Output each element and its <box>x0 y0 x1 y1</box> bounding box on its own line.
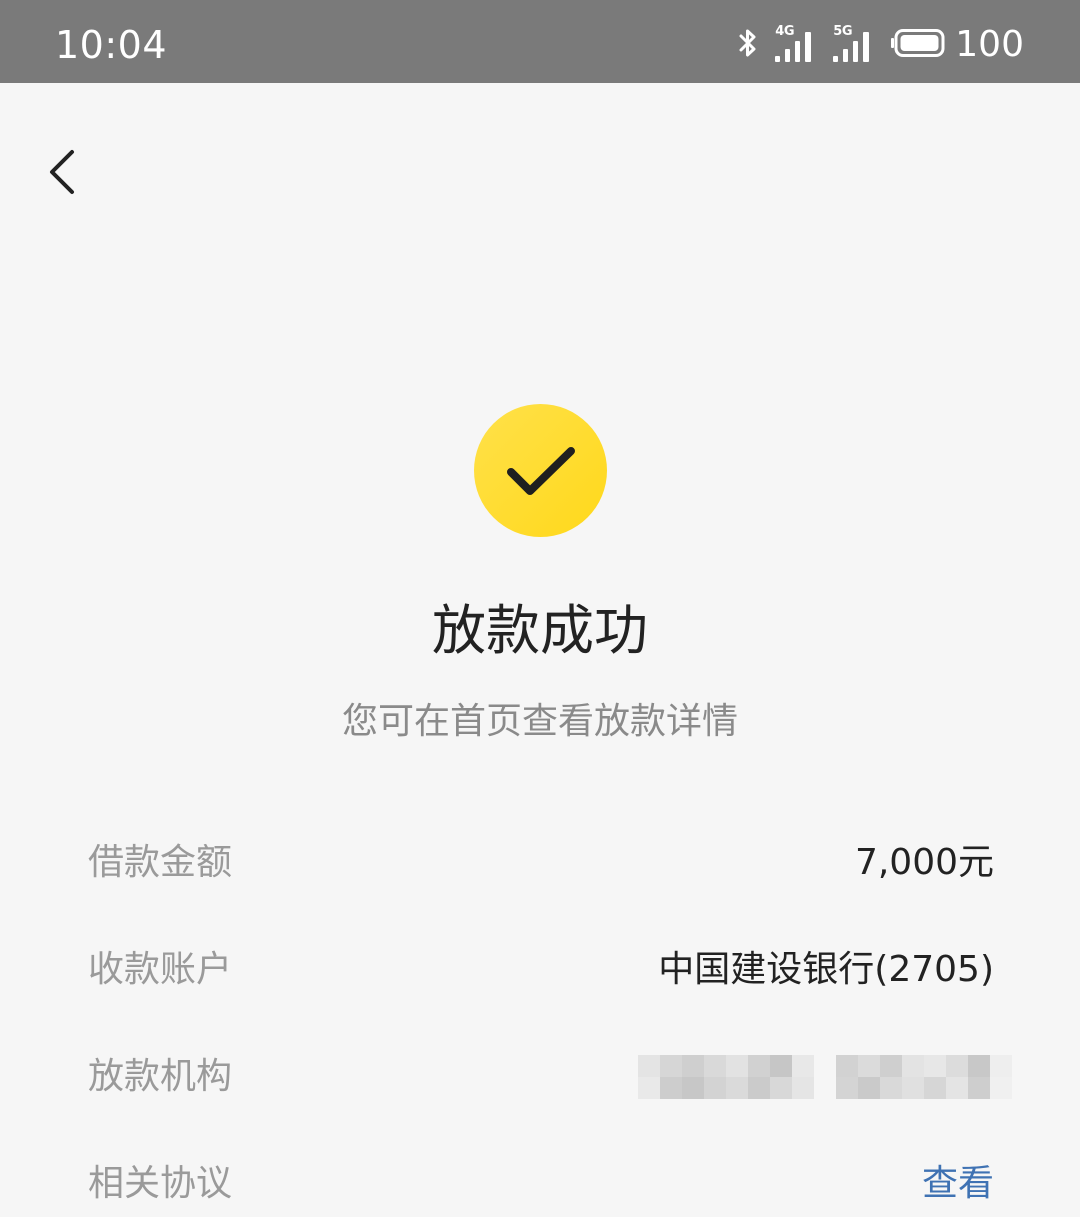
detail-row-lending-institution: 放款机构 <box>88 1047 1012 1107</box>
result-title: 放款成功 <box>432 599 648 662</box>
battery-icon <box>891 29 945 61</box>
back-button[interactable] <box>36 140 92 204</box>
status-bar: 10:04 4G 5G 100 <box>0 0 1080 83</box>
signal-5g-icon: 5G <box>833 25 877 65</box>
detail-row-loan-amount: 借款金额 7,000元 <box>88 833 994 893</box>
view-agreements-link[interactable]: 查看 <box>922 1154 994 1214</box>
redacted-institution-name <box>638 1055 814 1099</box>
detail-label: 收款账户 <box>88 949 233 990</box>
detail-row-related-agreements: 相关协议 查看 <box>88 1154 994 1214</box>
chevron-left-icon <box>50 150 74 194</box>
detail-label: 借款金额 <box>88 842 233 883</box>
battery-level: 100 <box>955 24 1024 65</box>
detail-label: 相关协议 <box>88 1163 233 1204</box>
receiving-account-value: 中国建设银行(2705) <box>658 949 994 990</box>
result-subtitle: 您可在首页查看放款详情 <box>341 701 738 742</box>
battery-indicator: 100 <box>891 22 1024 68</box>
status-icons: 4G 5G 100 <box>735 22 1024 68</box>
loan-amount-value: 7,000元 <box>854 842 994 883</box>
check-circle-icon <box>474 404 607 537</box>
signal-4g-icon: 4G <box>775 25 819 65</box>
detail-row-receiving-account: 收款账户 中国建设银行(2705) <box>88 940 994 1000</box>
bluetooth-icon <box>735 27 761 63</box>
redacted-institution-suffix <box>836 1055 1012 1099</box>
detail-label: 放款机构 <box>88 1056 233 1097</box>
status-time: 10:04 <box>55 23 168 67</box>
